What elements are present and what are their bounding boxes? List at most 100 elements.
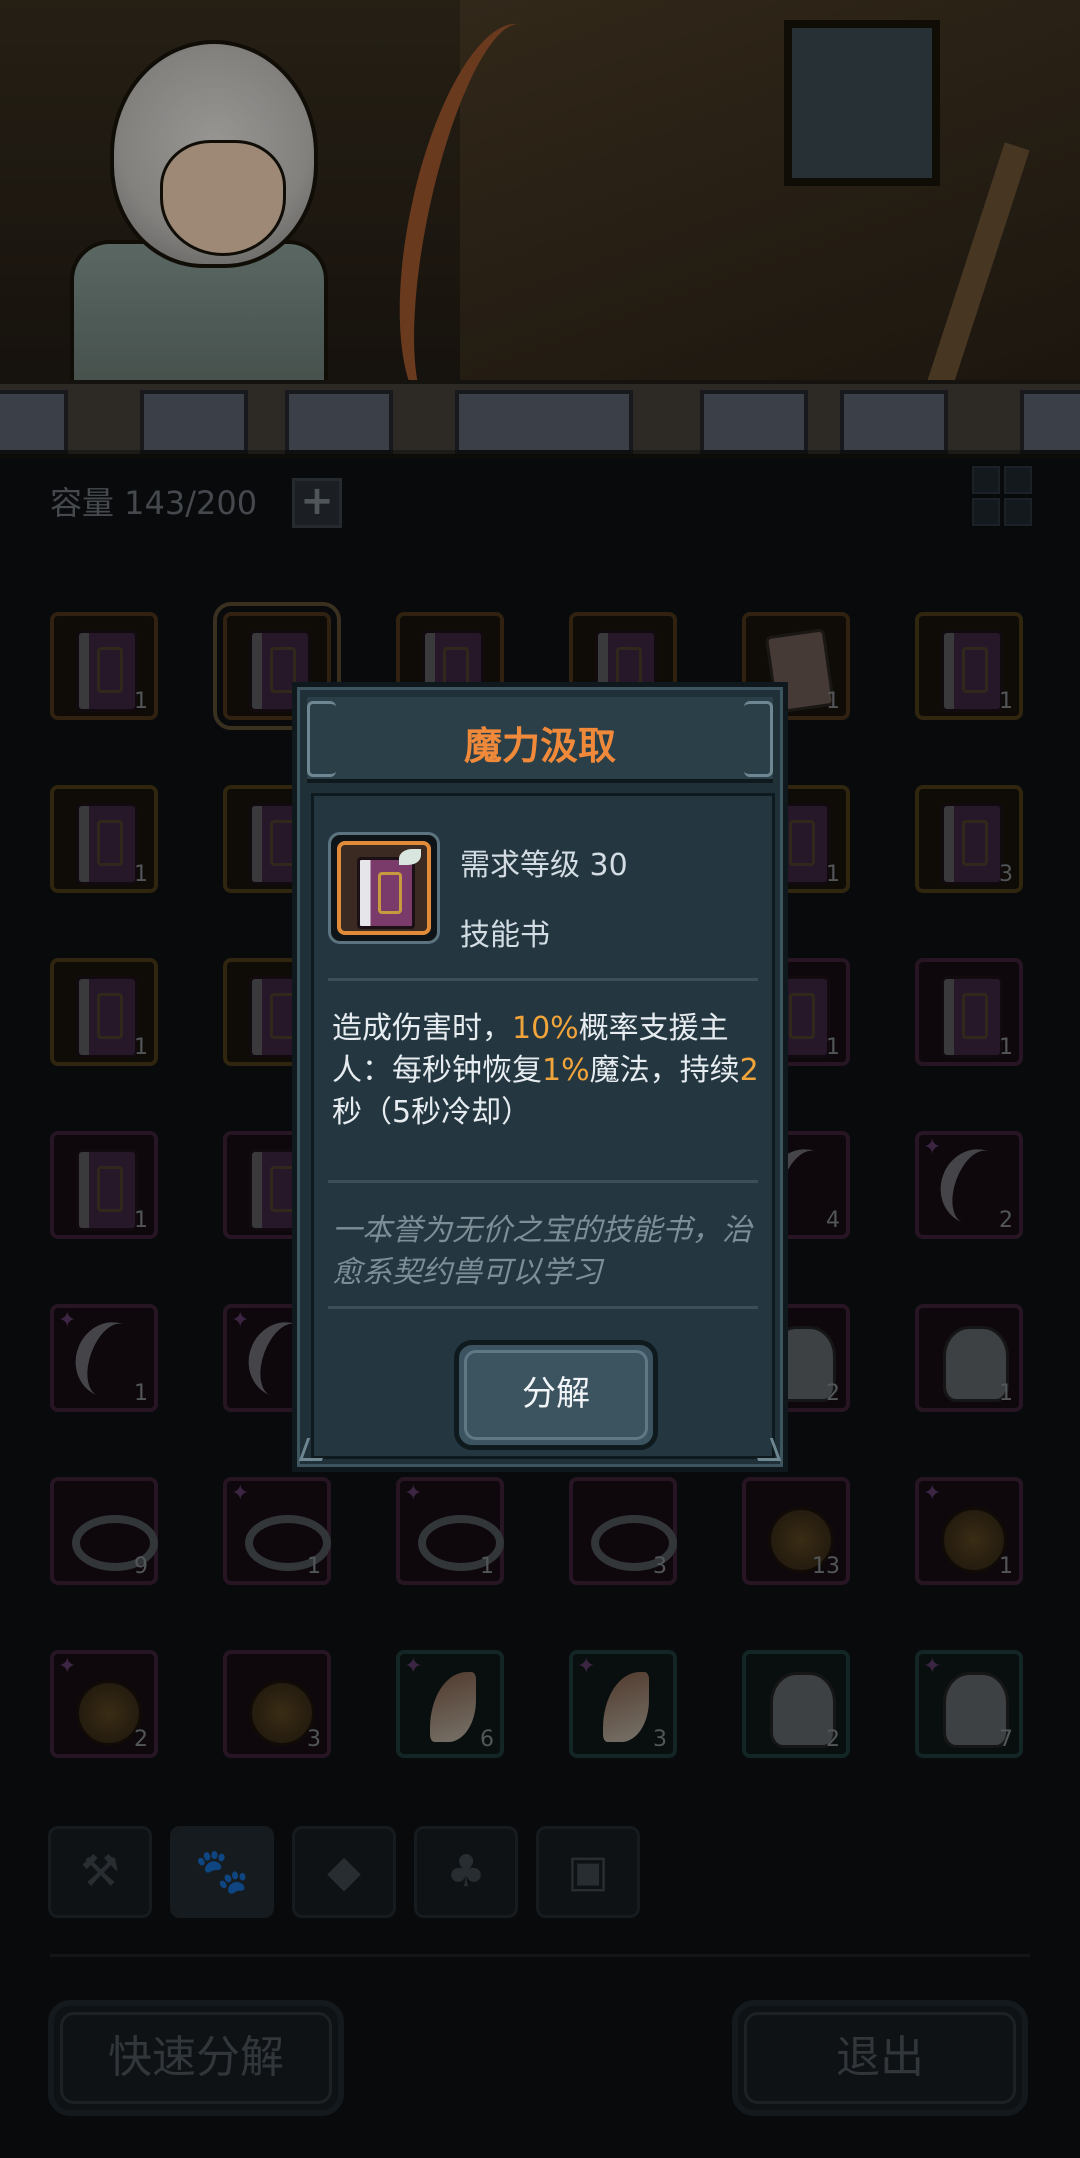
inventory-slot[interactable]: 1: [915, 612, 1023, 720]
fang-icon: [430, 1672, 476, 1742]
item-count: 1: [999, 1035, 1013, 1060]
quick-decompose-button[interactable]: 快速分解: [48, 2000, 344, 2116]
item-count: 2: [134, 1727, 148, 1752]
item-count: 1: [134, 689, 148, 714]
ledge-block: [840, 390, 948, 454]
ledge-block: [0, 390, 68, 454]
item-count: 1: [134, 1208, 148, 1233]
inventory-slot[interactable]: ✦ 2: [50, 1650, 158, 1758]
item-count: 1: [999, 1381, 1013, 1406]
decompose-button[interactable]: 分解: [454, 1340, 658, 1450]
club-icon[interactable]: ♣: [414, 1826, 518, 1918]
item-count: 1: [826, 862, 840, 887]
inventory-slot[interactable]: 3: [223, 1650, 331, 1758]
item-detail-dialog: 魔力汲取 需求等级 30 技能书 造成伤害时，10%概率支援主人：每秒钟恢复1%…: [292, 682, 788, 1472]
item-count: 1: [134, 1381, 148, 1406]
star-icon: ✦: [58, 1654, 77, 1679]
divider: [328, 1306, 758, 1309]
book-icon: [941, 803, 1003, 885]
item-count: 1: [307, 1554, 321, 1579]
divider: [328, 978, 758, 981]
bell-icon: [941, 1507, 1007, 1573]
item-count: 1: [826, 1035, 840, 1060]
inventory-slot[interactable]: ✦ 1: [223, 1477, 331, 1585]
chest-icon[interactable]: ▣: [536, 1826, 640, 1918]
book-icon: [941, 976, 1003, 1058]
description-text: 魔法，持续: [589, 1053, 740, 1088]
highlight-value: 1%: [542, 1053, 590, 1088]
ledge-block: [1020, 390, 1080, 454]
inventory-slot[interactable]: ✦ 1: [915, 1477, 1023, 1585]
dialog-header: 魔力汲取: [307, 697, 773, 783]
ledge-block: [285, 390, 393, 454]
highlight-value: 10%: [512, 1011, 579, 1046]
star-icon: ✦: [58, 1308, 77, 1333]
inventory-slot[interactable]: 1: [50, 785, 158, 893]
inventory-slot[interactable]: ✦ 1: [396, 1477, 504, 1585]
divider: [328, 1180, 758, 1183]
item-count: 2: [999, 1208, 1013, 1233]
sprout-icon: [399, 849, 421, 865]
inventory-slot[interactable]: ✦ 2: [915, 1131, 1023, 1239]
inventory-slot[interactable]: 1: [915, 958, 1023, 1066]
description-text: 秒（5秒冷却）: [332, 1095, 532, 1130]
item-count: 6: [480, 1727, 494, 1752]
item-count: 4: [826, 1208, 840, 1233]
item-count: 1: [999, 689, 1013, 714]
inventory-slot[interactable]: 3: [569, 1477, 677, 1585]
item-count: 3: [653, 1554, 667, 1579]
inventory-slot[interactable]: 1: [50, 958, 158, 1066]
book-icon: [76, 630, 138, 712]
star-icon: ✦: [923, 1135, 942, 1160]
inventory-slot[interactable]: 9: [50, 1477, 158, 1585]
inventory-slot[interactable]: 1: [50, 612, 158, 720]
inventory-slot[interactable]: 2: [742, 1650, 850, 1758]
inventory-slot[interactable]: 1: [50, 1131, 158, 1239]
item-kind: 技能书: [460, 918, 550, 953]
book-icon: [76, 803, 138, 885]
book-icon: [76, 976, 138, 1058]
description-text: 造成伤害时，: [332, 1011, 512, 1046]
item-count: 3: [999, 862, 1013, 887]
capacity-label: 容量 143/200: [50, 484, 258, 522]
inventory-slot[interactable]: ✦ 3: [569, 1650, 677, 1758]
item-icon: [337, 841, 431, 935]
item-count: 7: [999, 1727, 1013, 1752]
star-icon: ✦: [404, 1481, 423, 1506]
divider: [50, 1954, 1030, 1957]
inventory-slot[interactable]: ✦ 6: [396, 1650, 504, 1758]
item-count: 13: [812, 1554, 840, 1579]
inventory-slot[interactable]: 3: [915, 785, 1023, 893]
inventory-slot[interactable]: ✦ 1: [50, 1304, 158, 1412]
item-count: 1: [826, 689, 840, 714]
gem-icon[interactable]: ◆: [292, 1826, 396, 1918]
item-count: 2: [826, 1727, 840, 1752]
item-count: 1: [999, 1554, 1013, 1579]
dialog-body: 需求等级 30 技能书 造成伤害时，10%概率支援主人：每秒钟恢复1%魔法，持续…: [311, 793, 775, 1459]
required-level: 需求等级 30: [460, 848, 628, 883]
item-flavor-text: 一本誉为无价之宝的技能书，治愈系契约兽可以学习: [332, 1213, 752, 1290]
inventory-slot[interactable]: 13: [742, 1477, 850, 1585]
skill-book-icon: [357, 857, 415, 929]
grid-view-icon[interactable]: [972, 466, 1032, 526]
inventory-slot[interactable]: ✦ 7: [915, 1650, 1023, 1758]
book-icon: [941, 630, 1003, 712]
star-icon: ✦: [231, 1308, 250, 1333]
item-count: 9: [134, 1554, 148, 1579]
inventory-slot[interactable]: 1: [915, 1304, 1023, 1412]
highlight-value: 2: [739, 1053, 759, 1088]
book-icon: [76, 1149, 138, 1231]
exit-button[interactable]: 退出: [732, 2000, 1028, 2116]
bell-icon: [249, 1680, 315, 1746]
item-count: 1: [134, 862, 148, 887]
ledge-block: [700, 390, 808, 454]
star-icon: ✦: [577, 1654, 596, 1679]
add-capacity-button[interactable]: +: [292, 478, 342, 528]
star-icon: ✦: [923, 1481, 942, 1506]
dialog-title: 魔力汲取: [463, 724, 616, 768]
hammer-icon[interactable]: ⚒: [48, 1826, 152, 1918]
bell-icon: [76, 1680, 142, 1746]
item-description: 造成伤害时，10%概率支援主人：每秒钟恢复1%魔法，持续2秒（5秒冷却）: [332, 1008, 762, 1134]
star-icon: ✦: [404, 1654, 423, 1679]
paw-icon[interactable]: 🐾: [170, 1826, 274, 1918]
